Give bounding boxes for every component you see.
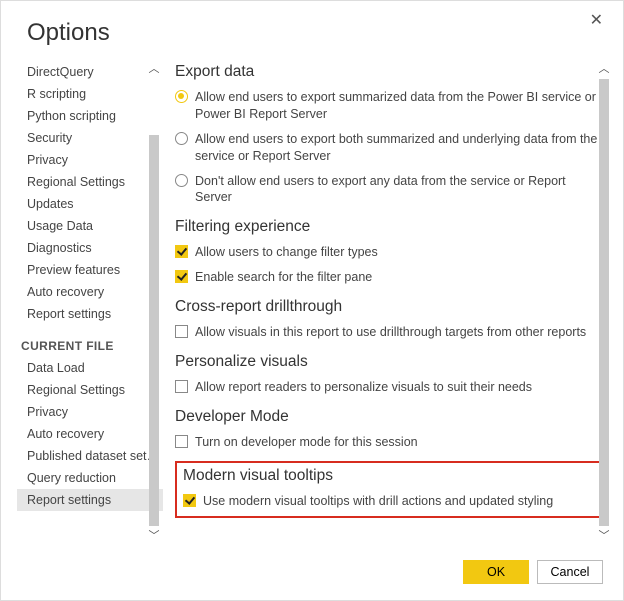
ok-button[interactable]: OK (463, 560, 529, 584)
sidebar-item-cf-privacy[interactable]: Privacy (17, 401, 163, 423)
chevron-down-icon[interactable]: ﹀ (147, 528, 161, 544)
sidebar: DirectQuery R scripting Python scripting… (1, 55, 163, 550)
sidebar-item-regional-settings[interactable]: Regional Settings (17, 171, 163, 193)
sidebar-item-directquery[interactable]: DirectQuery (17, 61, 163, 83)
crossreport-allow-drillthrough[interactable]: Allow visuals in this report to use dril… (175, 322, 603, 347)
content-scroll: Export data Allow end users to export su… (175, 57, 603, 550)
section-filtering: Filtering experience (175, 218, 603, 236)
section-devmode: Developer Mode (175, 408, 603, 426)
section-export-data: Export data (175, 63, 603, 81)
sidebar-item-cf-report-settings[interactable]: Report settings (17, 489, 163, 511)
option-label: Enable search for the filter pane (195, 269, 372, 286)
checkbox-icon[interactable] (175, 245, 188, 258)
sidebar-item-diagnostics[interactable]: Diagnostics (17, 237, 163, 259)
sidebar-item-auto-recovery[interactable]: Auto recovery (17, 281, 163, 303)
checkbox-icon[interactable] (175, 270, 188, 283)
dialog-title: Options (1, 1, 623, 55)
close-button[interactable]: ✕ (584, 9, 609, 31)
checkbox-icon[interactable] (183, 494, 196, 507)
chevron-down-icon[interactable]: ﹀ (597, 528, 611, 544)
radio-icon[interactable] (175, 132, 188, 145)
sidebar-scroll: DirectQuery R scripting Python scripting… (17, 61, 163, 544)
checkbox-icon[interactable] (175, 435, 188, 448)
tooltips-use-modern[interactable]: Use modern visual tooltips with drill ac… (183, 491, 595, 510)
filtering-change-types[interactable]: Allow users to change filter types (175, 242, 603, 267)
personalize-allow-readers[interactable]: Allow report readers to personalize visu… (175, 377, 603, 402)
sidebar-section-current-file: CURRENT FILE (17, 325, 163, 357)
chevron-up-icon[interactable]: ︿ (597, 61, 611, 77)
content-scrollbar[interactable]: ︿ ﹀ (597, 61, 611, 544)
sidebar-item-security[interactable]: Security (17, 127, 163, 149)
sidebar-item-cf-data-load[interactable]: Data Load (17, 357, 163, 379)
dialog-footer: OK Cancel (1, 550, 623, 600)
sidebar-item-cf-published-dataset[interactable]: Published dataset set… (17, 445, 163, 467)
close-icon: ✕ (590, 12, 603, 29)
radio-icon[interactable] (175, 90, 188, 103)
sidebar-item-cf-query-reduction[interactable]: Query reduction (17, 467, 163, 489)
sidebar-item-r-scripting[interactable]: R scripting (17, 83, 163, 105)
dialog-body: DirectQuery R scripting Python scripting… (1, 55, 623, 550)
radio-icon[interactable] (175, 174, 188, 187)
sidebar-item-python-scripting[interactable]: Python scripting (17, 105, 163, 127)
export-option-none[interactable]: Don't allow end users to export any data… (175, 171, 603, 213)
filtering-enable-search[interactable]: Enable search for the filter pane (175, 267, 603, 292)
sidebar-item-privacy[interactable]: Privacy (17, 149, 163, 171)
option-label: Turn on developer mode for this session (195, 434, 418, 451)
cancel-button[interactable]: Cancel (537, 560, 603, 584)
sidebar-item-updates[interactable]: Updates (17, 193, 163, 215)
option-label: Allow visuals in this report to use dril… (195, 324, 586, 341)
section-tooltips: Modern visual tooltips (183, 467, 595, 485)
chevron-up-icon[interactable]: ︿ (147, 61, 161, 77)
sidebar-item-cf-auto-recovery[interactable]: Auto recovery (17, 423, 163, 445)
sidebar-scroll-thumb[interactable] (149, 135, 159, 526)
sidebar-item-cf-regional-settings[interactable]: Regional Settings (17, 379, 163, 401)
content-panel: Export data Allow end users to export su… (163, 55, 611, 550)
checkbox-icon[interactable] (175, 380, 188, 393)
sidebar-item-report-settings[interactable]: Report settings (17, 303, 163, 325)
option-label: Allow end users to export summarized dat… (195, 89, 603, 123)
checkbox-icon[interactable] (175, 325, 188, 338)
option-label: Don't allow end users to export any data… (195, 173, 603, 207)
options-dialog: ✕ Options DirectQuery R scripting Python… (0, 0, 624, 601)
option-label: Allow users to change filter types (195, 244, 378, 261)
sidebar-scrollbar[interactable]: ︿ ﹀ (147, 61, 161, 544)
export-option-summarized[interactable]: Allow end users to export summarized dat… (175, 87, 603, 129)
sidebar-item-usage-data[interactable]: Usage Data (17, 215, 163, 237)
sidebar-item-preview-features[interactable]: Preview features (17, 259, 163, 281)
section-crossreport: Cross-report drillthrough (175, 298, 603, 316)
option-label: Allow end users to export both summarize… (195, 131, 603, 165)
devmode-enable[interactable]: Turn on developer mode for this session (175, 432, 603, 457)
export-option-both[interactable]: Allow end users to export both summarize… (175, 129, 603, 171)
content-scroll-thumb[interactable] (599, 79, 609, 526)
option-label: Allow report readers to personalize visu… (195, 379, 532, 396)
section-personalize: Personalize visuals (175, 353, 603, 371)
modern-tooltips-highlight: Modern visual tooltips Use modern visual… (175, 461, 603, 518)
option-label: Use modern visual tooltips with drill ac… (203, 493, 553, 510)
